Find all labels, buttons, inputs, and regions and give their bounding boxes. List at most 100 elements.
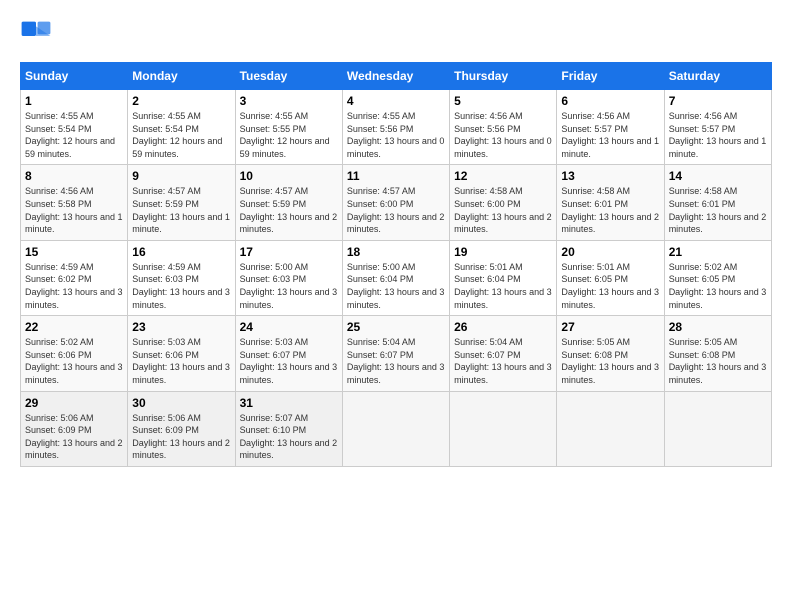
day-number: 4	[347, 94, 445, 108]
calendar-cell: 18 Sunrise: 5:00 AM Sunset: 6:04 PM Dayl…	[342, 240, 449, 315]
calendar-cell: 5 Sunrise: 4:56 AM Sunset: 5:56 PM Dayli…	[450, 90, 557, 165]
calendar-cell: 17 Sunrise: 5:00 AM Sunset: 6:03 PM Dayl…	[235, 240, 342, 315]
calendar-cell: 13 Sunrise: 4:58 AM Sunset: 6:01 PM Dayl…	[557, 165, 664, 240]
day-number: 20	[561, 245, 659, 259]
calendar-cell	[342, 391, 449, 466]
calendar-cell: 23 Sunrise: 5:03 AM Sunset: 6:06 PM Dayl…	[128, 316, 235, 391]
day-info: Sunrise: 4:55 AM Sunset: 5:55 PM Dayligh…	[240, 110, 338, 160]
day-info: Sunrise: 5:04 AM Sunset: 6:07 PM Dayligh…	[454, 336, 552, 386]
day-number: 25	[347, 320, 445, 334]
day-number: 17	[240, 245, 338, 259]
day-info: Sunrise: 4:55 AM Sunset: 5:56 PM Dayligh…	[347, 110, 445, 160]
calendar-cell: 14 Sunrise: 4:58 AM Sunset: 6:01 PM Dayl…	[664, 165, 771, 240]
day-number: 18	[347, 245, 445, 259]
day-info: Sunrise: 5:06 AM Sunset: 6:09 PM Dayligh…	[25, 412, 123, 462]
day-info: Sunrise: 4:55 AM Sunset: 5:54 PM Dayligh…	[132, 110, 230, 160]
day-number: 29	[25, 396, 123, 410]
day-number: 30	[132, 396, 230, 410]
calendar-cell: 25 Sunrise: 5:04 AM Sunset: 6:07 PM Dayl…	[342, 316, 449, 391]
calendar-cell: 1 Sunrise: 4:55 AM Sunset: 5:54 PM Dayli…	[21, 90, 128, 165]
day-info: Sunrise: 4:57 AM Sunset: 5:59 PM Dayligh…	[132, 185, 230, 235]
day-info: Sunrise: 4:56 AM Sunset: 5:57 PM Dayligh…	[561, 110, 659, 160]
day-header-wednesday: Wednesday	[342, 63, 449, 90]
day-info: Sunrise: 5:01 AM Sunset: 6:04 PM Dayligh…	[454, 261, 552, 311]
day-info: Sunrise: 4:57 AM Sunset: 6:00 PM Dayligh…	[347, 185, 445, 235]
day-header-sunday: Sunday	[21, 63, 128, 90]
calendar-cell: 10 Sunrise: 4:57 AM Sunset: 5:59 PM Dayl…	[235, 165, 342, 240]
day-info: Sunrise: 4:55 AM Sunset: 5:54 PM Dayligh…	[25, 110, 123, 160]
day-number: 14	[669, 169, 767, 183]
calendar-cell: 30 Sunrise: 5:06 AM Sunset: 6:09 PM Dayl…	[128, 391, 235, 466]
calendar-cell: 15 Sunrise: 4:59 AM Sunset: 6:02 PM Dayl…	[21, 240, 128, 315]
day-info: Sunrise: 5:00 AM Sunset: 6:03 PM Dayligh…	[240, 261, 338, 311]
day-info: Sunrise: 4:56 AM Sunset: 5:57 PM Dayligh…	[669, 110, 767, 160]
day-info: Sunrise: 5:07 AM Sunset: 6:10 PM Dayligh…	[240, 412, 338, 462]
calendar-cell: 26 Sunrise: 5:04 AM Sunset: 6:07 PM Dayl…	[450, 316, 557, 391]
day-info: Sunrise: 5:01 AM Sunset: 6:05 PM Dayligh…	[561, 261, 659, 311]
calendar-table: SundayMondayTuesdayWednesdayThursdayFrid…	[20, 62, 772, 467]
day-info: Sunrise: 5:03 AM Sunset: 6:06 PM Dayligh…	[132, 336, 230, 386]
day-number: 12	[454, 169, 552, 183]
day-info: Sunrise: 4:59 AM Sunset: 6:03 PM Dayligh…	[132, 261, 230, 311]
day-number: 28	[669, 320, 767, 334]
day-number: 27	[561, 320, 659, 334]
day-number: 22	[25, 320, 123, 334]
day-info: Sunrise: 4:59 AM Sunset: 6:02 PM Dayligh…	[25, 261, 123, 311]
calendar-cell: 19 Sunrise: 5:01 AM Sunset: 6:04 PM Dayl…	[450, 240, 557, 315]
calendar-cell: 2 Sunrise: 4:55 AM Sunset: 5:54 PM Dayli…	[128, 90, 235, 165]
calendar-cell: 3 Sunrise: 4:55 AM Sunset: 5:55 PM Dayli…	[235, 90, 342, 165]
day-info: Sunrise: 5:05 AM Sunset: 6:08 PM Dayligh…	[561, 336, 659, 386]
day-header-tuesday: Tuesday	[235, 63, 342, 90]
calendar-cell: 4 Sunrise: 4:55 AM Sunset: 5:56 PM Dayli…	[342, 90, 449, 165]
page-header	[20, 20, 772, 52]
day-info: Sunrise: 5:05 AM Sunset: 6:08 PM Dayligh…	[669, 336, 767, 386]
calendar-cell: 7 Sunrise: 4:56 AM Sunset: 5:57 PM Dayli…	[664, 90, 771, 165]
day-number: 3	[240, 94, 338, 108]
calendar-cell: 16 Sunrise: 4:59 AM Sunset: 6:03 PM Dayl…	[128, 240, 235, 315]
calendar-cell: 28 Sunrise: 5:05 AM Sunset: 6:08 PM Dayl…	[664, 316, 771, 391]
day-info: Sunrise: 5:00 AM Sunset: 6:04 PM Dayligh…	[347, 261, 445, 311]
calendar-cell: 12 Sunrise: 4:58 AM Sunset: 6:00 PM Dayl…	[450, 165, 557, 240]
day-info: Sunrise: 5:02 AM Sunset: 6:06 PM Dayligh…	[25, 336, 123, 386]
day-info: Sunrise: 4:58 AM Sunset: 6:00 PM Dayligh…	[454, 185, 552, 235]
calendar-cell: 29 Sunrise: 5:06 AM Sunset: 6:09 PM Dayl…	[21, 391, 128, 466]
logo	[20, 20, 58, 52]
day-number: 31	[240, 396, 338, 410]
day-number: 21	[669, 245, 767, 259]
day-number: 5	[454, 94, 552, 108]
day-number: 19	[454, 245, 552, 259]
day-number: 15	[25, 245, 123, 259]
logo-icon	[20, 20, 52, 52]
day-header-monday: Monday	[128, 63, 235, 90]
day-info: Sunrise: 4:58 AM Sunset: 6:01 PM Dayligh…	[561, 185, 659, 235]
day-info: Sunrise: 4:57 AM Sunset: 5:59 PM Dayligh…	[240, 185, 338, 235]
calendar-cell: 22 Sunrise: 5:02 AM Sunset: 6:06 PM Dayl…	[21, 316, 128, 391]
day-header-saturday: Saturday	[664, 63, 771, 90]
day-header-friday: Friday	[557, 63, 664, 90]
calendar-cell	[557, 391, 664, 466]
day-header-thursday: Thursday	[450, 63, 557, 90]
day-number: 13	[561, 169, 659, 183]
day-info: Sunrise: 5:02 AM Sunset: 6:05 PM Dayligh…	[669, 261, 767, 311]
calendar-cell: 20 Sunrise: 5:01 AM Sunset: 6:05 PM Dayl…	[557, 240, 664, 315]
day-info: Sunrise: 5:04 AM Sunset: 6:07 PM Dayligh…	[347, 336, 445, 386]
day-number: 6	[561, 94, 659, 108]
day-info: Sunrise: 4:56 AM Sunset: 5:56 PM Dayligh…	[454, 110, 552, 160]
day-number: 1	[25, 94, 123, 108]
day-info: Sunrise: 5:03 AM Sunset: 6:07 PM Dayligh…	[240, 336, 338, 386]
calendar-cell: 21 Sunrise: 5:02 AM Sunset: 6:05 PM Dayl…	[664, 240, 771, 315]
day-number: 10	[240, 169, 338, 183]
calendar-cell: 31 Sunrise: 5:07 AM Sunset: 6:10 PM Dayl…	[235, 391, 342, 466]
day-number: 8	[25, 169, 123, 183]
calendar-cell: 27 Sunrise: 5:05 AM Sunset: 6:08 PM Dayl…	[557, 316, 664, 391]
calendar-cell: 11 Sunrise: 4:57 AM Sunset: 6:00 PM Dayl…	[342, 165, 449, 240]
day-number: 16	[132, 245, 230, 259]
day-info: Sunrise: 4:56 AM Sunset: 5:58 PM Dayligh…	[25, 185, 123, 235]
day-number: 11	[347, 169, 445, 183]
day-number: 7	[669, 94, 767, 108]
day-number: 26	[454, 320, 552, 334]
day-number: 24	[240, 320, 338, 334]
day-info: Sunrise: 4:58 AM Sunset: 6:01 PM Dayligh…	[669, 185, 767, 235]
calendar-cell	[664, 391, 771, 466]
day-number: 9	[132, 169, 230, 183]
